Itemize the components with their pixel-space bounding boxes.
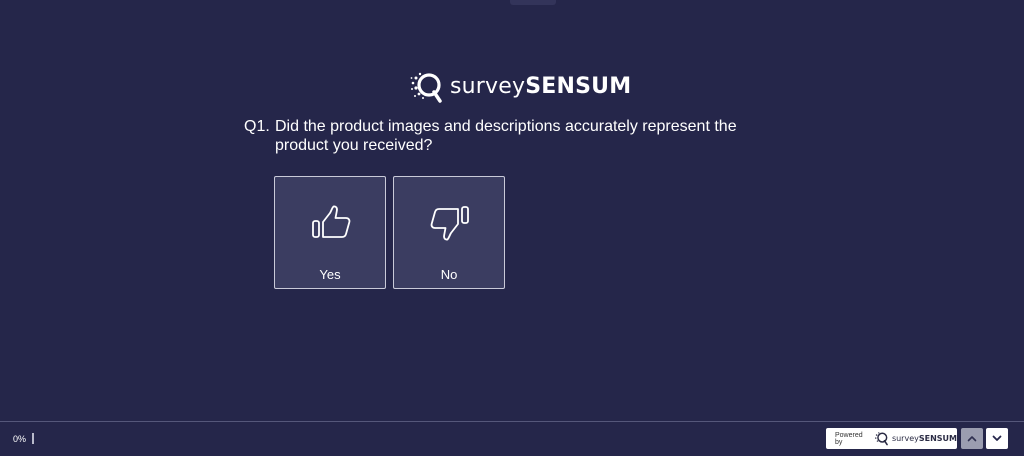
next-question-button[interactable] [986, 428, 1008, 449]
previous-question-button[interactable] [961, 428, 983, 449]
powered-brand-light: survey [891, 434, 919, 443]
choice-yes-button[interactable]: Yes [274, 176, 386, 289]
top-handle [510, 0, 556, 5]
magnifier-logo-icon [410, 72, 442, 103]
survey-page: surveySENSUM Q1. Did the product images … [0, 0, 1024, 456]
question-text: Did the product images and descriptions … [275, 118, 737, 154]
surveysensum-logo: surveySENSUM [410, 70, 631, 104]
powered-brand: surveySENSUM [892, 434, 957, 443]
choice-no-button[interactable]: No [393, 176, 505, 289]
logo-wordmark: surveySENSUM [450, 70, 631, 104]
powered-by-text: Powered by [835, 431, 863, 446]
logo-text-light: survey [450, 74, 526, 99]
footer-bar: 0% Powered by surveySENSUM [0, 421, 1024, 456]
chevron-up-icon [967, 436, 977, 442]
thumbs-down-icon [430, 206, 469, 241]
progress-bar [32, 433, 34, 444]
choice-no-label: No [440, 267, 458, 282]
choice-yes-label: Yes [319, 267, 341, 282]
question-number: Q1. [244, 118, 270, 135]
progress-percent: 0% [13, 434, 27, 444]
magnifier-logo-icon [875, 432, 889, 446]
thumbs-up-icon [312, 205, 351, 238]
question-block: Q1. Did the product images and descripti… [244, 117, 764, 155]
chevron-down-icon [992, 435, 1002, 441]
powered-brand-bold: SENSUM [918, 434, 957, 443]
powered-by-badge[interactable]: Powered by surveySENSUM [826, 428, 957, 449]
logo-text-bold: SENSUM [525, 74, 632, 99]
